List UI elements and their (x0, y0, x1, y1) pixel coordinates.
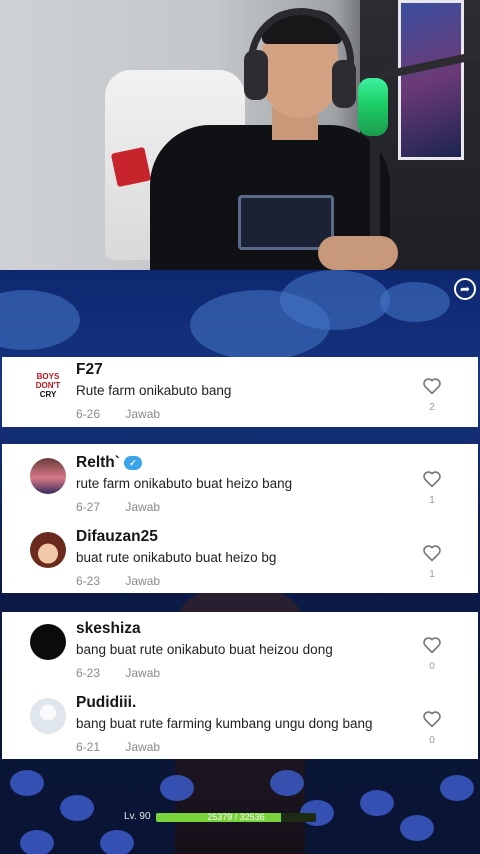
share-icon[interactable]: ➦ (454, 278, 476, 300)
flower (10, 770, 44, 796)
comment-date: 6-23 (76, 666, 101, 680)
flower (160, 775, 194, 801)
cloud (380, 282, 450, 322)
cloud (0, 290, 80, 350)
like-count: 0 (429, 661, 435, 672)
comment-text: bang buat rute farming kumbang ungu dong… (76, 716, 373, 731)
comment-card: BOYS DON'T CRY F27 Rute farm onikabuto b… (2, 357, 478, 427)
shirt-print (238, 195, 334, 250)
comment-text: Rute farm onikabuto bang (76, 383, 232, 398)
badge-icon: ✓ (123, 455, 142, 470)
like-count: 0 (429, 735, 435, 746)
flower (440, 775, 474, 801)
avatar (30, 532, 66, 568)
reply-button[interactable]: Jawab (125, 740, 160, 754)
like-heart-icon[interactable] (422, 636, 442, 654)
wall-poster (398, 0, 464, 160)
comment-item: skeshiza bang buat rute onikabuto buat h… (2, 616, 478, 690)
comment-date: 6-26 (76, 407, 101, 421)
flower (100, 830, 134, 854)
comment-item: Relth` ✓ rute farm onikabuto buat heizo b… (2, 450, 478, 524)
chair-logo-icon (110, 146, 152, 188)
f27-logo-icon: BOYS DON'T CRY (36, 372, 61, 399)
avatar (30, 624, 66, 660)
comment-item: Difauzan25 buat rute onikabuto buat heiz… (2, 524, 478, 598)
flower (270, 770, 304, 796)
flower (60, 795, 94, 821)
webcam-feed (0, 0, 480, 270)
comment-username[interactable]: Relth` ✓ (76, 454, 142, 472)
like-count: 1 (429, 495, 435, 506)
level-label: Lv. 90 (124, 811, 151, 822)
like-heart-icon[interactable] (422, 710, 442, 728)
comment-meta: 6-23 Jawab (76, 574, 160, 588)
comment-text: buat rute onikabuto buat heizo bg (76, 550, 277, 565)
player-hud: Lv. 90 25379 / 32536 (124, 810, 354, 826)
reply-button[interactable]: Jawab (125, 500, 160, 514)
microphone-icon (358, 78, 388, 136)
flower (360, 790, 394, 816)
flower (20, 830, 54, 854)
reply-button[interactable]: Jawab (125, 574, 160, 588)
comment-card: skeshiza bang buat rute onikabuto buat h… (2, 612, 478, 759)
comment-username[interactable]: F27 (76, 361, 103, 379)
comment-username[interactable]: skeshiza (76, 620, 141, 638)
comment-username[interactable]: Difauzan25 (76, 528, 158, 546)
flower (400, 815, 434, 841)
comment-meta: 6-26 Jawab (76, 407, 160, 421)
like-heart-icon[interactable] (422, 377, 442, 395)
like-count: 1 (429, 569, 435, 580)
svg-text:CRY: CRY (40, 390, 57, 399)
comment-meta: 6-23 Jawab (76, 666, 160, 680)
comment-username[interactable]: Pudidiii. (76, 694, 136, 712)
comment-meta: 6-21 Jawab (76, 740, 160, 754)
svg-text:BOYS: BOYS (37, 372, 60, 381)
avatar (30, 458, 66, 494)
like-count: 2 (429, 402, 435, 413)
comment-text: bang buat rute onikabuto buat heizou don… (76, 642, 333, 657)
reply-button[interactable]: Jawab (125, 407, 160, 421)
comment-card: Relth` ✓ rute farm onikabuto buat heizo b… (2, 444, 478, 593)
svg-text:DON'T: DON'T (36, 381, 61, 390)
comment-date: 6-21 (76, 740, 101, 754)
headphone-earcup-left (244, 50, 268, 100)
hp-text: 25379 / 32536 (207, 812, 265, 822)
comment-item: BOYS DON'T CRY F27 Rute farm onikabuto b… (2, 357, 478, 431)
comment-date: 6-23 (76, 574, 101, 588)
like-heart-icon[interactable] (422, 544, 442, 562)
comment-username-text: Relth` (76, 454, 120, 471)
headphone-earcup-right (332, 60, 356, 108)
comment-item: Pudidiii. bang buat rute farming kumbang… (2, 690, 478, 764)
cloud (280, 270, 390, 330)
avatar: BOYS DON'T CRY (30, 365, 66, 401)
like-heart-icon[interactable] (422, 470, 442, 488)
comment-date: 6-27 (76, 500, 101, 514)
reply-button[interactable]: Jawab (125, 666, 160, 680)
streamer-hand (318, 236, 398, 270)
comment-meta: 6-27 Jawab (76, 500, 160, 514)
comment-text: rute farm onikabuto buat heizo bang (76, 476, 293, 491)
avatar (30, 698, 66, 734)
